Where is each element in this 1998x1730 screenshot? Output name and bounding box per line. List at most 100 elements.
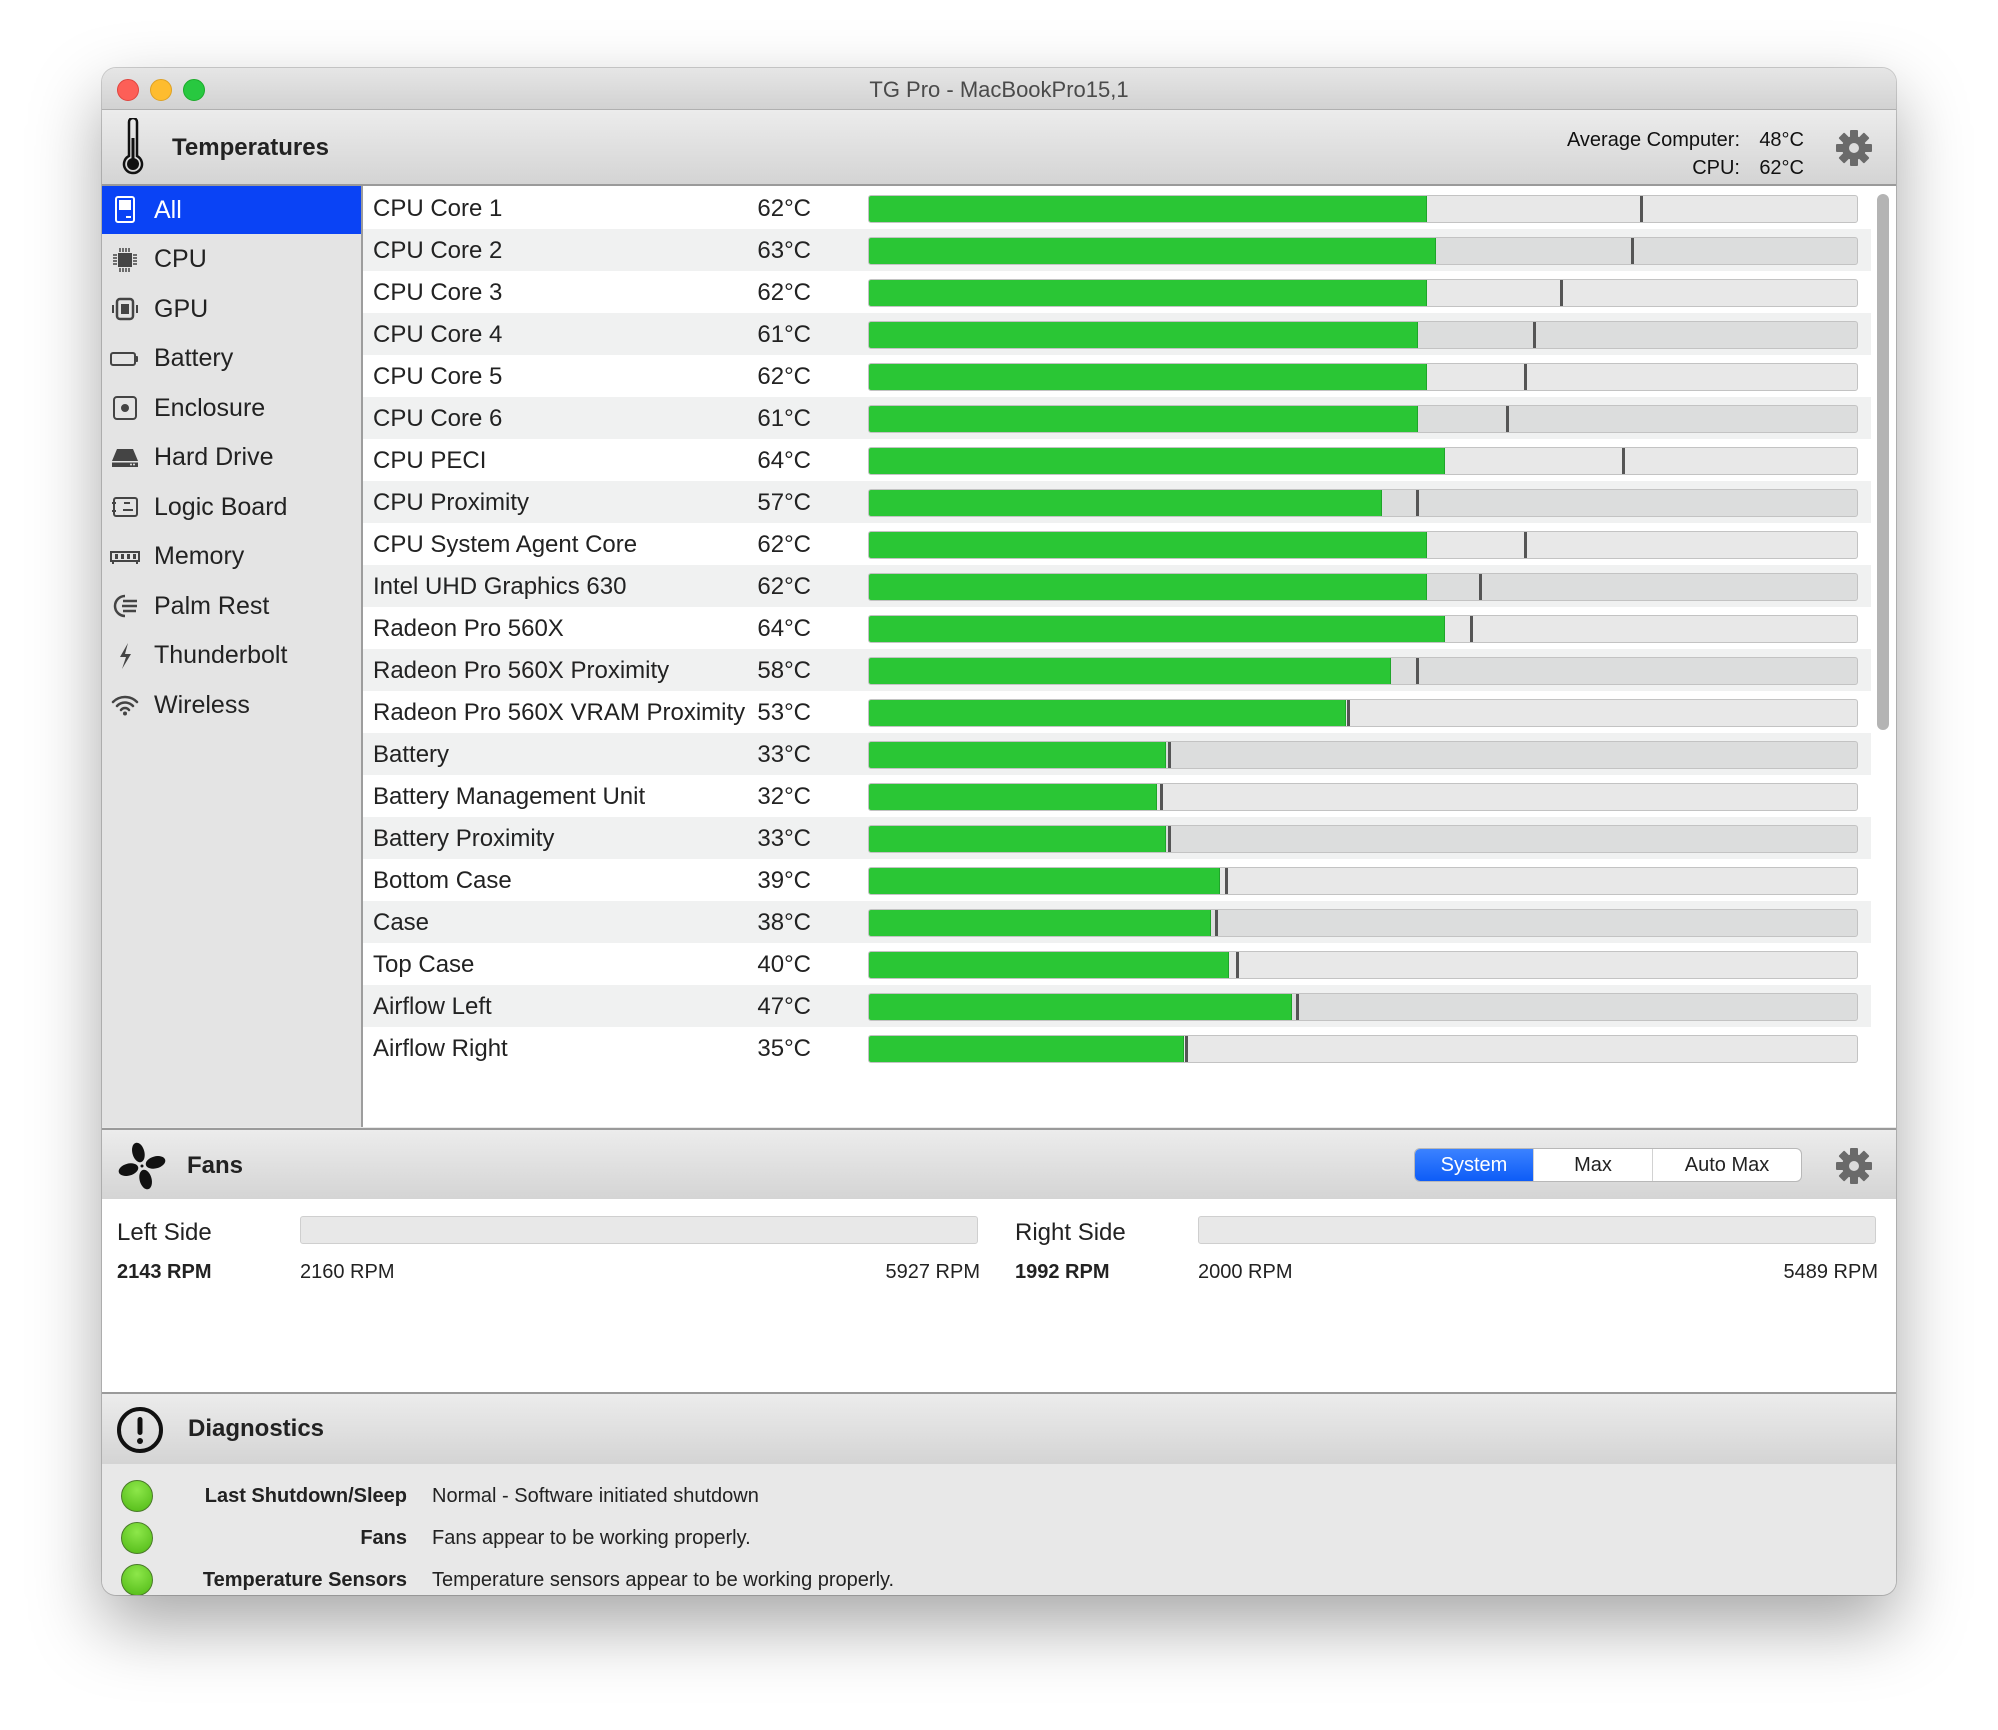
sidebar-item-cpu[interactable]: CPU	[102, 236, 361, 284]
sidebar-item-thunderbolt[interactable]: Thunderbolt	[102, 632, 361, 680]
diagnostic-row: Temperature Sensors Temperature sensors a…	[102, 1560, 1102, 1595]
sensor-row[interactable]: CPU Proximity 57°C	[363, 481, 1871, 523]
sensor-row[interactable]: CPU PECI 64°C	[363, 439, 1871, 481]
max-temperature-marker	[1167, 742, 1171, 768]
sensor-temperature: 33°C	[757, 825, 811, 852]
fan-mode-system-button[interactable]: System	[1415, 1149, 1533, 1181]
sensor-row[interactable]: CPU System Agent Core 62°C	[363, 523, 1871, 565]
temperature-bar	[868, 657, 1858, 685]
fan-speed-bar	[1198, 1216, 1876, 1244]
temperature-bar	[868, 279, 1858, 307]
sensor-row[interactable]: Battery 33°C	[363, 733, 1871, 775]
max-temperature-marker	[1559, 280, 1563, 306]
sensor-row[interactable]: CPU Core 3 62°C	[363, 271, 1871, 313]
hard-drive-icon	[110, 443, 140, 473]
sidebar-item-gpu[interactable]: GPU	[102, 285, 361, 333]
max-temperature-marker	[1622, 448, 1626, 474]
sensor-row[interactable]: CPU Core 2 63°C	[363, 229, 1871, 271]
sensor-row[interactable]: Airflow Right 35°C	[363, 1027, 1871, 1069]
temperature-bar-fill	[869, 742, 1167, 768]
temperature-bar	[868, 951, 1858, 979]
diagnostic-label: Temperature Sensors	[202, 1569, 407, 1591]
status-ok-indicator-icon	[121, 1564, 153, 1595]
sensor-row[interactable]: CPU Core 4 61°C	[363, 313, 1871, 355]
sensor-row[interactable]: CPU Core 5 62°C	[363, 355, 1871, 397]
scroll-thumb[interactable]	[1877, 194, 1889, 730]
temperatures-header: Temperatures Average Computer: 48°C CPU: 6…	[102, 110, 1896, 186]
sidebar-item-palm-rest[interactable]: Palm Rest	[102, 582, 361, 630]
temperature-bar-fill	[869, 910, 1212, 936]
sensor-temperature: 57°C	[757, 489, 811, 516]
sensor-row[interactable]: Top Case 40°C	[363, 943, 1871, 985]
max-temperature-marker	[1523, 532, 1527, 558]
sensor-name: CPU PECI	[373, 447, 487, 474]
sidebar-item-label: Memory	[154, 542, 245, 570]
sidebar-item-label: CPU	[154, 245, 207, 273]
fan-max-rpm: 5927 RPM	[885, 1261, 981, 1283]
max-temperature-marker	[1295, 994, 1299, 1020]
sensor-row[interactable]: Intel UHD Graphics 630 62°C	[363, 565, 1871, 607]
temperature-bar-fill	[869, 616, 1445, 642]
sensor-temperature: 58°C	[757, 657, 811, 684]
sensor-name: CPU Core 1	[373, 195, 503, 222]
fan-current-rpm: 2143 RPM	[117, 1261, 212, 1283]
sidebar-item-all[interactable]: All	[102, 186, 361, 234]
temperature-bar-fill	[869, 574, 1427, 600]
category-sidebar: All CPU GPU Battery Enclosure Hard Drive Logic…	[102, 186, 363, 1127]
sidebar-item-label: GPU	[154, 294, 209, 323]
sensor-row[interactable]: Radeon Pro 560X VRAM Proximity 53°C	[363, 691, 1871, 733]
fan-mode-segmented-control: System Max Auto Max	[1414, 1148, 1802, 1182]
sensor-row[interactable]: Battery Management Unit 32°C	[363, 775, 1871, 817]
sensor-row[interactable]: Radeon Pro 560X Proximity 58°C	[363, 649, 1871, 691]
sensor-temperature: 61°C	[757, 321, 811, 348]
temperature-bar-fill	[869, 1036, 1185, 1062]
max-temperature-marker	[1505, 406, 1509, 432]
sensor-row[interactable]: Case 38°C	[363, 901, 1871, 943]
sensor-list[interactable]: Airflow Right 35°C Airflow Left 47°C Top Cas…	[363, 186, 1896, 1127]
max-temperature-marker	[1415, 490, 1419, 516]
sensor-row[interactable]: Radeon Pro 560X 64°C	[363, 607, 1871, 649]
sensor-temperature: 62°C	[757, 363, 811, 390]
title-bar[interactable]: TG Pro - MacBookPro15,1	[102, 68, 1896, 110]
fan-min-rpm: 2160 RPM	[300, 1261, 395, 1283]
sensor-row[interactable]: Battery Proximity 33°C	[363, 817, 1871, 859]
sidebar-item-label: All	[154, 195, 182, 224]
sensor-temperature: 64°C	[757, 447, 811, 474]
sensor-name: Battery Proximity	[373, 825, 555, 852]
thunderbolt-icon	[110, 641, 140, 671]
temperature-bar-fill	[869, 700, 1347, 726]
fan-mode-max-button[interactable]: Max	[1533, 1149, 1652, 1181]
status-ok-indicator-icon	[121, 1522, 153, 1554]
exclamation-circle-icon	[117, 1407, 163, 1453]
sensor-row[interactable]: CPU Core 6 61°C	[363, 397, 1871, 439]
sensor-row[interactable]: Bottom Case 39°C	[363, 859, 1871, 901]
temperature-settings-gear-icon[interactable]	[1834, 128, 1874, 168]
sidebar-item-logic-board[interactable]: Logic Board	[102, 483, 361, 531]
sensor-list-scrollbar[interactable]	[1876, 192, 1890, 1116]
sensor-row[interactable]: CPU Core 1 62°C	[363, 187, 1871, 229]
max-temperature-marker	[1631, 238, 1635, 264]
diagnostics-header: Diagnostics	[102, 1392, 1896, 1466]
sidebar-item-wireless[interactable]: Wireless	[102, 681, 361, 729]
sensor-temperature: 62°C	[757, 531, 811, 558]
sensor-name: CPU Proximity	[373, 489, 530, 516]
fans-panel: Left Side 2143 RPM 2160 RPM 5927 RPM Rig…	[102, 1199, 1896, 1392]
sidebar-item-hard-drive[interactable]: Hard Drive	[102, 434, 361, 482]
temperature-bar	[868, 363, 1858, 391]
temperature-bar	[868, 195, 1858, 223]
sidebar-item-battery[interactable]: Battery	[102, 335, 361, 383]
temperature-bar-fill	[869, 406, 1418, 432]
fan-settings-gear-icon[interactable]	[1834, 1146, 1874, 1186]
max-temperature-marker	[1214, 910, 1218, 936]
temperature-bar-fill	[869, 448, 1445, 474]
sensor-row[interactable]: Airflow Left 47°C	[363, 985, 1871, 1027]
temperature-bar	[868, 531, 1858, 559]
status-ok-indicator-icon	[121, 1480, 153, 1512]
sidebar-item-memory[interactable]: Memory	[102, 533, 361, 581]
memory-icon	[110, 542, 140, 572]
sidebar-item-enclosure[interactable]: Enclosure	[102, 384, 361, 432]
fan-mode-auto-max-button[interactable]: Auto Max	[1652, 1149, 1801, 1181]
sensor-name: Intel UHD Graphics 630	[373, 573, 627, 600]
temperature-bar-fill	[869, 532, 1427, 558]
app-window: TG Pro - MacBookPro15,1 Temperatures Ave…	[102, 68, 1896, 1595]
